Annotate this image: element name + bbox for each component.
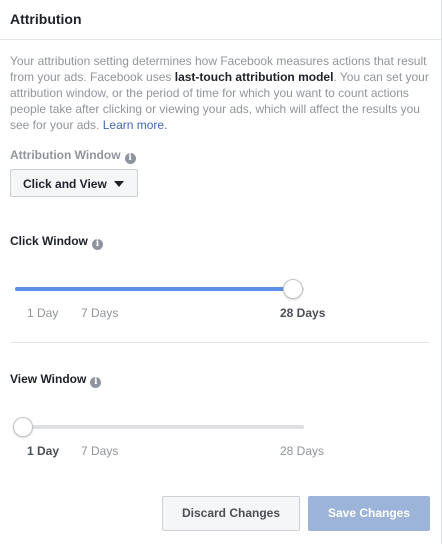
view-window-tick-1-day[interactable]: 1 Day	[27, 444, 59, 458]
save-changes-button[interactable]: Save Changes	[308, 496, 430, 531]
click-window-label: Click Window i	[10, 234, 103, 250]
info-icon[interactable]: i	[91, 239, 103, 250]
attribution-window-dropdown[interactable]: Click and View	[10, 169, 138, 197]
click-window-label-text: Click Window	[10, 234, 88, 248]
click-window-slider-fill	[15, 287, 293, 291]
attribution-window-label-text: Attribution Window	[10, 148, 121, 162]
view-window-label: View Window i	[10, 372, 102, 388]
click-window-tick-28-days[interactable]: 28 Days	[280, 306, 325, 320]
discard-changes-button[interactable]: Discard Changes	[162, 496, 300, 531]
view-window-tick-28-days[interactable]: 28 Days	[280, 444, 324, 458]
description-bold: last-touch attribution model	[174, 70, 334, 84]
attribution-panel: Attribution Your attribution setting det…	[0, 0, 442, 544]
attribution-description: Your attribution setting determines how …	[10, 53, 434, 133]
click-window-tick-7-days[interactable]: 7 Days	[81, 306, 118, 320]
panel-header: Attribution	[0, 0, 442, 40]
click-window-tick-1-day[interactable]: 1 Day	[27, 306, 58, 320]
click-window-slider-track[interactable]	[15, 287, 304, 291]
info-icon[interactable]: i	[124, 153, 136, 164]
info-icon[interactable]: i	[90, 377, 102, 388]
click-window-slider-handle[interactable]	[283, 279, 303, 299]
section-divider	[10, 342, 430, 343]
learn-more-link[interactable]: Learn more.	[103, 118, 168, 132]
caret-down-icon	[114, 181, 124, 187]
attribution-window-label: Attribution Window i	[10, 148, 136, 164]
panel-title: Attribution	[10, 11, 82, 27]
dropdown-selected-value: Click and View	[23, 177, 107, 191]
view-window-tick-7-days[interactable]: 7 Days	[81, 444, 118, 458]
view-window-slider-handle[interactable]	[13, 417, 33, 437]
view-window-label-text: View Window	[10, 372, 87, 386]
view-window-slider-track[interactable]	[15, 425, 304, 429]
